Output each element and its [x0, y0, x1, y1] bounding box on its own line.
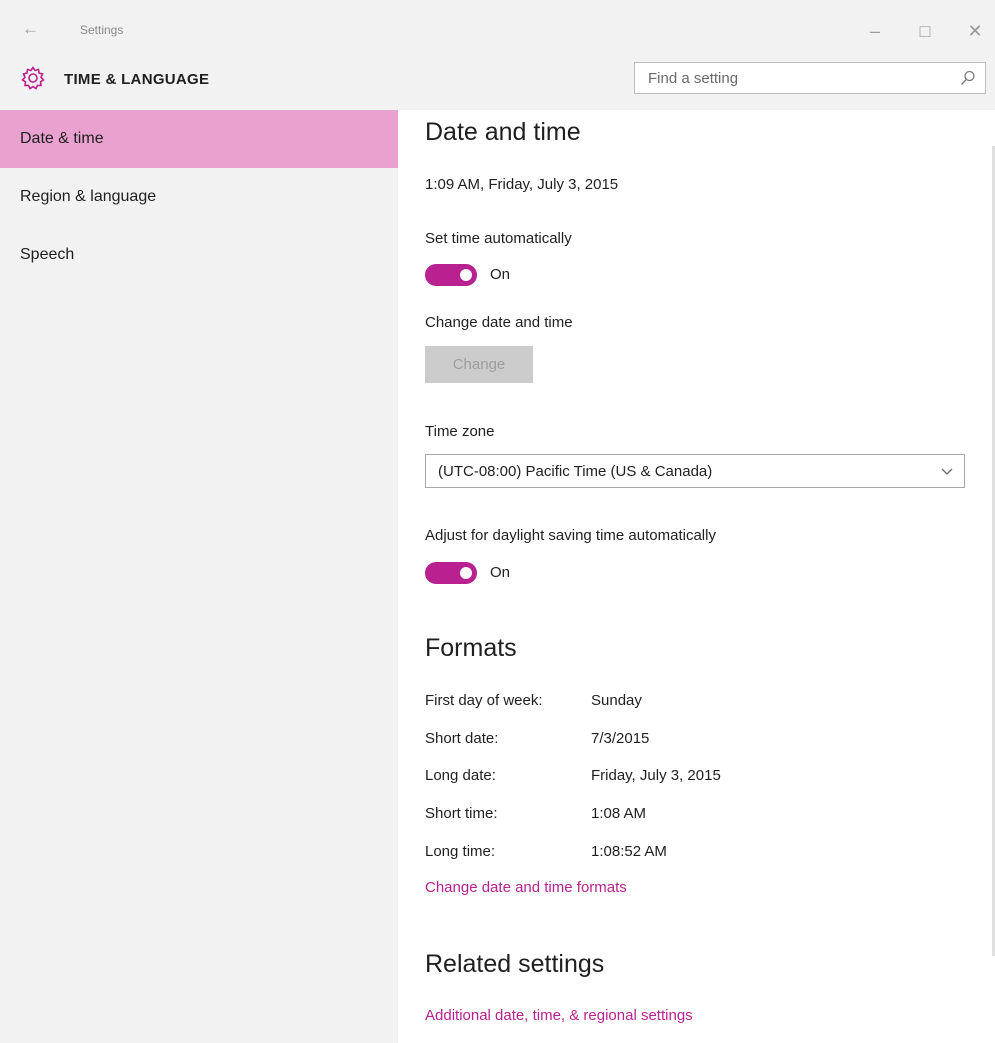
dst-state: On: [490, 564, 511, 581]
minimize-icon: –: [869, 21, 880, 41]
sidebar-item-region-language[interactable]: Region & language: [0, 168, 398, 226]
back-button[interactable]: ←: [22, 18, 48, 40]
title-bar: ← Settings – □ ✕: [0, 0, 995, 58]
toggle-knob: [460, 269, 472, 281]
settings-header: TIME & LANGUAGE: [0, 58, 995, 110]
formats-heading: Formats: [425, 634, 517, 662]
back-arrow-icon: ←: [22, 19, 39, 38]
set-time-auto-toggle[interactable]: [425, 264, 477, 286]
main-content: Date and time 1:09 AM, Friday, July 3, 2…: [398, 110, 995, 1043]
time-zone-value: (UTC-08:00) Pacific Time (US & Canada): [438, 463, 713, 480]
maximize-button[interactable]: □: [908, 14, 942, 48]
set-time-auto-label: Set time automatically: [425, 230, 572, 247]
time-zone-select[interactable]: (UTC-08:00) Pacific Time (US & Canada): [425, 454, 965, 488]
dst-label: Adjust for daylight saving time automati…: [425, 527, 716, 544]
search-icon[interactable]: [959, 69, 977, 87]
change-button[interactable]: Change: [425, 346, 533, 383]
close-button[interactable]: ✕: [958, 14, 992, 48]
section-title: TIME & LANGUAGE: [64, 71, 210, 88]
dst-toggle[interactable]: [425, 562, 477, 584]
format-label: Short date:: [425, 730, 499, 747]
change-date-time-label: Change date and time: [425, 314, 573, 331]
sidebar-item-speech[interactable]: Speech: [0, 226, 398, 284]
format-value: 7/3/2015: [591, 730, 650, 747]
date-time-heading: Date and time: [425, 118, 581, 146]
close-icon: ✕: [967, 21, 983, 41]
sidebar: Date & time Region & language Speech: [0, 110, 398, 1043]
minimize-button[interactable]: –: [858, 14, 892, 48]
format-value: Sunday: [591, 692, 642, 709]
format-value: 1:08:52 AM: [591, 843, 667, 860]
format-value: Friday, July 3, 2015: [591, 767, 721, 784]
maximize-icon: □: [919, 21, 931, 41]
format-label: Short time:: [425, 805, 498, 822]
chevron-down-icon: [941, 468, 953, 475]
sidebar-item-date-time[interactable]: Date & time: [0, 110, 398, 168]
search-input[interactable]: [635, 63, 945, 93]
change-formats-link[interactable]: Change date and time formats: [425, 879, 627, 896]
format-label: First day of week:: [425, 692, 543, 709]
format-label: Long date:: [425, 767, 496, 784]
time-zone-label: Time zone: [425, 423, 495, 440]
set-time-auto-state: On: [490, 266, 511, 283]
toggle-knob: [460, 567, 472, 579]
format-label: Long time:: [425, 843, 496, 860]
app-title: Settings: [80, 23, 124, 37]
search-box[interactable]: [634, 62, 986, 94]
gear-icon: [21, 66, 45, 90]
format-value: 1:08 AM: [591, 805, 647, 822]
related-settings-heading: Related settings: [425, 950, 605, 978]
current-date-time: 1:09 AM, Friday, July 3, 2015: [425, 176, 619, 193]
additional-settings-link[interactable]: Additional date, time, & regional settin…: [425, 1007, 693, 1024]
